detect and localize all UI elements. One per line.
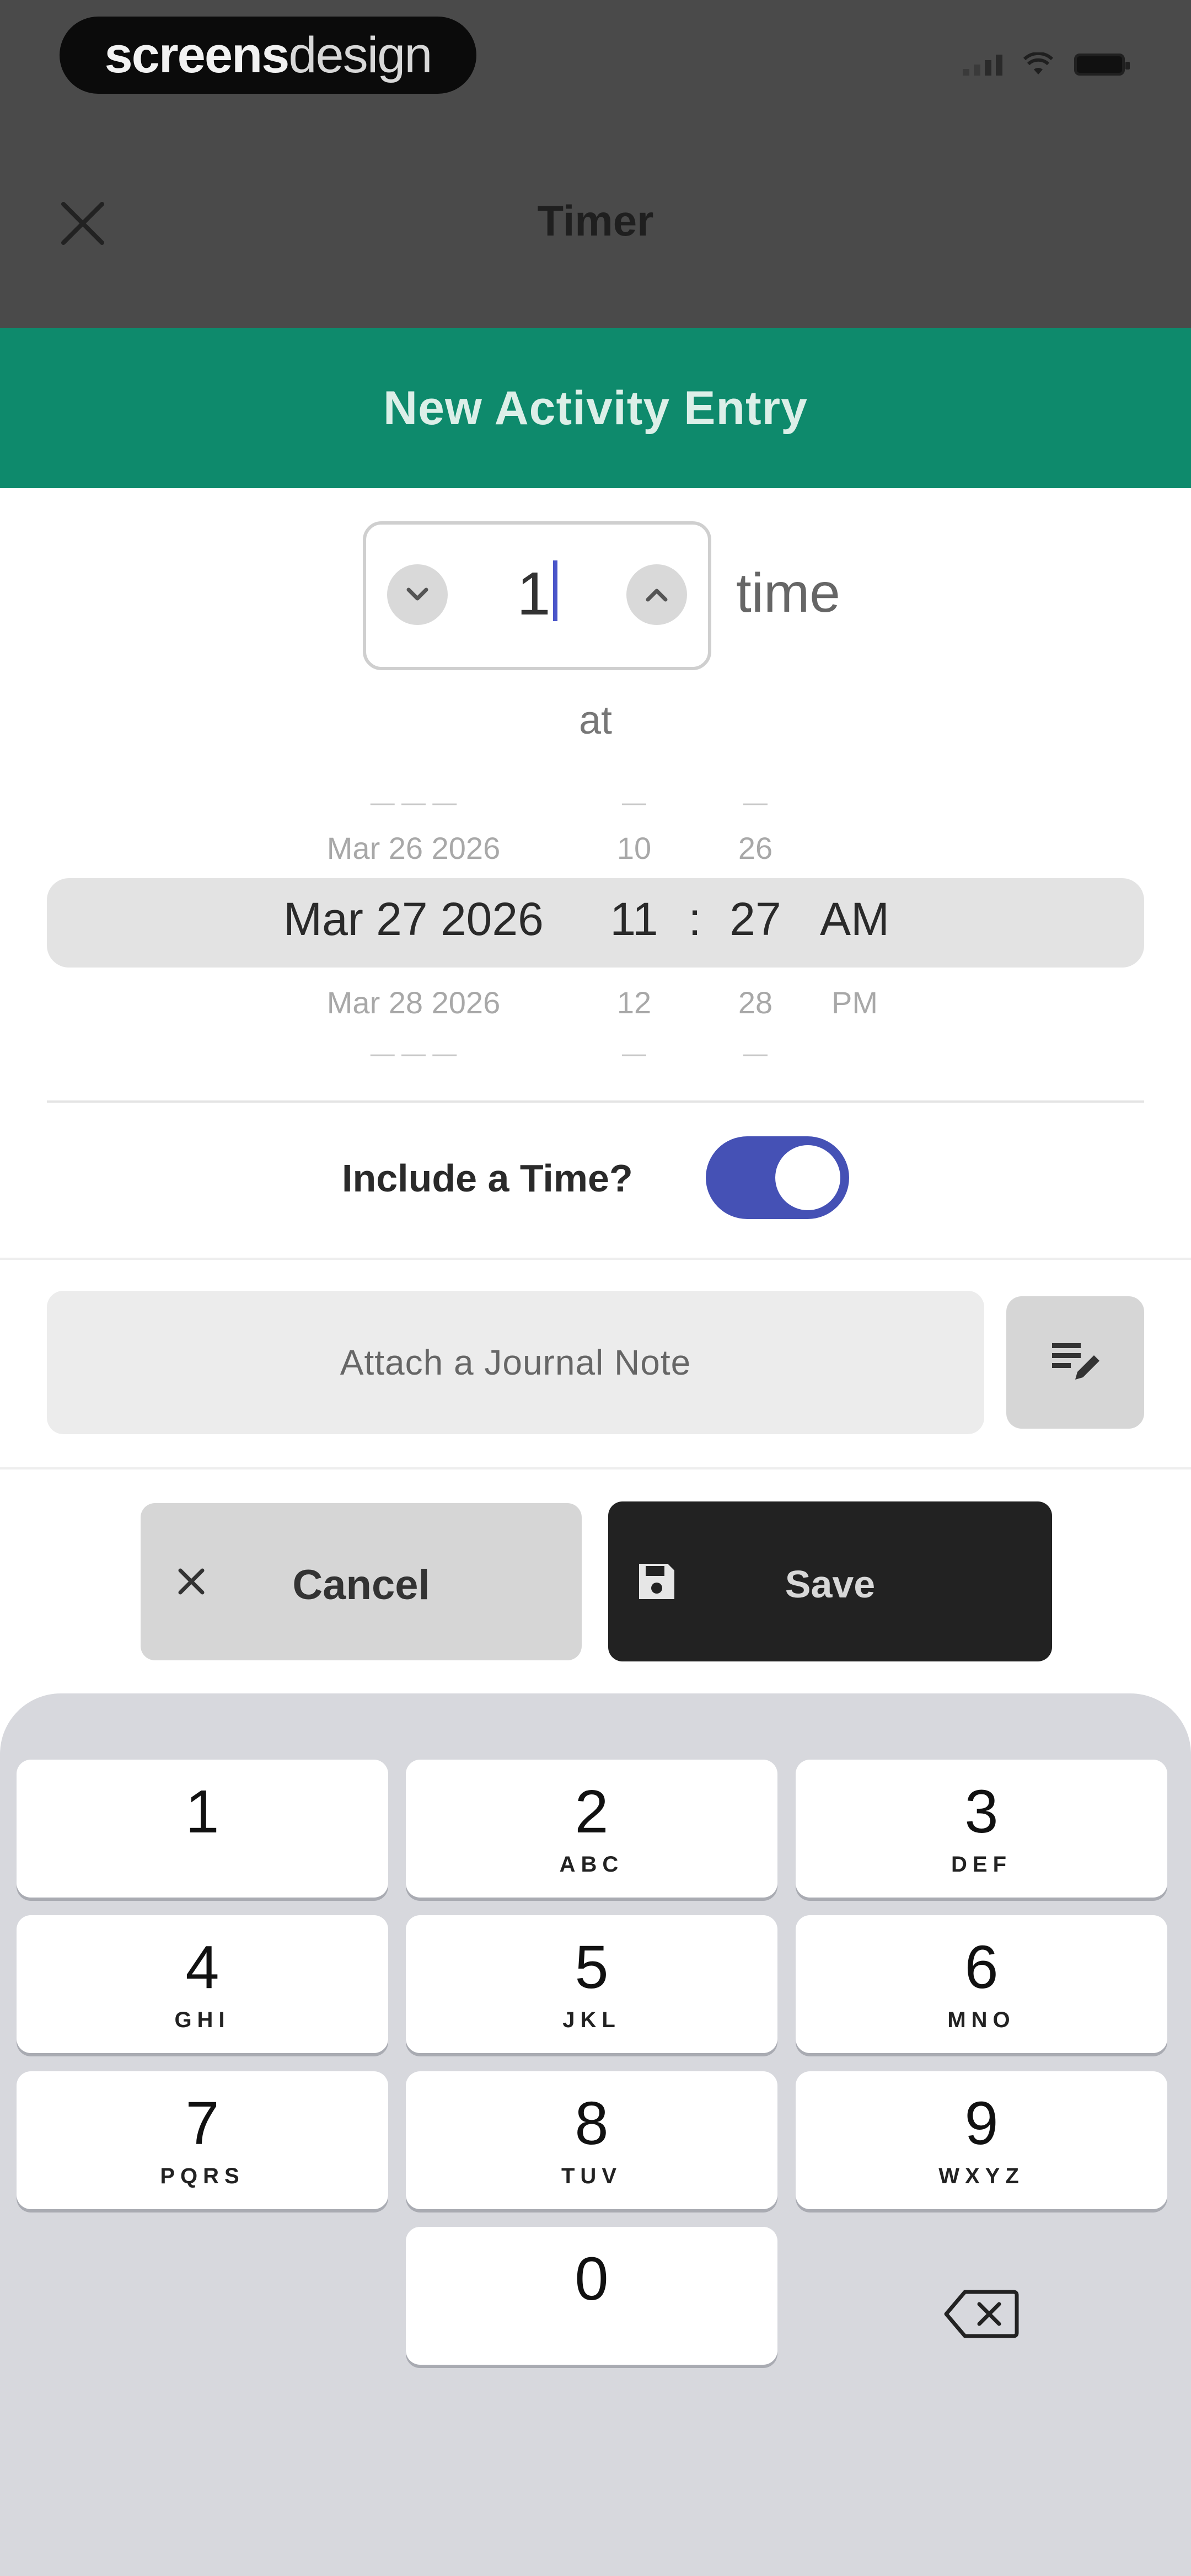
key-digit: 9 xyxy=(964,2089,999,2157)
picker-hour[interactable]: 12 xyxy=(596,985,673,1020)
keypad-key-6[interactable]: 6 MNO xyxy=(796,1915,1167,2053)
save-button[interactable]: Save xyxy=(608,1501,1052,1661)
picker-minute-faint: — xyxy=(743,789,768,816)
picker-ampm[interactable]: PM xyxy=(811,985,899,1020)
include-time-toggle[interactable] xyxy=(706,1136,849,1219)
key-letters: GHI xyxy=(174,2008,230,2032)
divider xyxy=(0,1467,1191,1469)
status-bar xyxy=(963,52,1130,77)
keypad-key-7[interactable]: 7 PQRS xyxy=(17,2071,388,2209)
key-letters: TUV xyxy=(561,2164,622,2188)
keypad-key-1[interactable]: 1 xyxy=(17,1760,388,1898)
attach-journal-note-button[interactable]: Attach a Journal Note xyxy=(47,1291,984,1434)
key-digit: 6 xyxy=(964,1933,999,2001)
key-letters: DEF xyxy=(951,1852,1012,1877)
picker-date[interactable]: Mar 27 2026 xyxy=(259,892,568,946)
picker-minute[interactable]: 27 xyxy=(717,892,794,946)
chevron-up-icon xyxy=(646,589,668,602)
key-letters: WXYZ xyxy=(938,2164,1024,2188)
picker-date-faint: — — — xyxy=(370,789,457,816)
save-label: Save xyxy=(785,1563,876,1606)
keypad-key-0[interactable]: 0 xyxy=(406,2227,777,2365)
key-digit: 0 xyxy=(575,2245,609,2313)
keypad-key-3[interactable]: 3 DEF xyxy=(796,1760,1167,1898)
keypad-key-5[interactable]: 5 JKL xyxy=(406,1915,777,2053)
quantity-unit: time xyxy=(736,562,840,624)
picker-minute[interactable]: 28 xyxy=(717,985,794,1020)
key-digit: 1 xyxy=(185,1778,219,1846)
at-label: at xyxy=(578,698,613,742)
picker-minute[interactable]: 26 xyxy=(717,830,794,866)
cancel-button[interactable]: Cancel xyxy=(141,1503,582,1660)
background-title: Timer xyxy=(537,196,654,245)
cancel-label: Cancel xyxy=(292,1562,430,1608)
signal-icon xyxy=(963,54,1002,76)
include-time-label: Include a Time? xyxy=(342,1157,633,1200)
picker-minute-faint: — xyxy=(743,1040,768,1067)
battery-icon xyxy=(1074,54,1130,76)
increment-button[interactable] xyxy=(626,564,687,625)
key-digit: 7 xyxy=(185,2089,219,2157)
attach-journal-note-label: Attach a Journal Note xyxy=(340,1343,691,1382)
keypad-key-2[interactable]: 2 ABC xyxy=(406,1760,777,1898)
wifi-icon xyxy=(1023,52,1053,74)
quantity-stepper: 1 xyxy=(363,521,711,670)
keypad-key-4[interactable]: 4 GHI xyxy=(17,1915,388,2053)
keypad-backspace[interactable] xyxy=(796,2245,1167,2383)
sheet-title: New Activity Entry xyxy=(383,381,808,435)
key-letters: MNO xyxy=(947,2008,1016,2032)
divider xyxy=(47,1100,1144,1103)
picker-hour[interactable]: 11 xyxy=(596,892,673,946)
note-edit-icon xyxy=(1052,1343,1099,1380)
picker-hour[interactable]: 10 xyxy=(596,830,673,866)
key-letters: PQRS xyxy=(160,2164,245,2188)
key-digit: 2 xyxy=(575,1778,609,1846)
keypad-key-8[interactable]: 8 TUV xyxy=(406,2071,777,2209)
toggle-knob xyxy=(775,1145,840,1210)
key-letters: JKL xyxy=(562,2008,621,2032)
key-digit: 4 xyxy=(185,1933,219,2001)
picker-colon: : xyxy=(688,893,701,945)
divider xyxy=(0,1258,1191,1260)
brand-light: design xyxy=(288,26,432,83)
picker-date[interactable]: Mar 26 2026 xyxy=(259,830,568,866)
sheet-header: New Activity Entry xyxy=(0,328,1191,488)
key-letters: ABC xyxy=(559,1852,624,1877)
key-digit: 8 xyxy=(575,2089,609,2157)
key-digit: 3 xyxy=(964,1778,999,1846)
picker-date-faint: — — — xyxy=(370,1040,457,1067)
picker-date[interactable]: Mar 28 2026 xyxy=(259,985,568,1020)
picker-hour-faint: — xyxy=(622,789,646,816)
keypad-key-9[interactable]: 9 WXYZ xyxy=(796,2071,1167,2209)
key-digit: 5 xyxy=(575,1933,609,2001)
backspace-icon xyxy=(944,2290,1019,2338)
picker-hour-faint: — xyxy=(622,1040,646,1067)
edit-note-button[interactable] xyxy=(1006,1296,1144,1429)
picker-ampm[interactable]: AM xyxy=(811,892,899,946)
brand-watermark: screens design xyxy=(60,17,476,94)
brand-bold: screens xyxy=(104,26,290,83)
